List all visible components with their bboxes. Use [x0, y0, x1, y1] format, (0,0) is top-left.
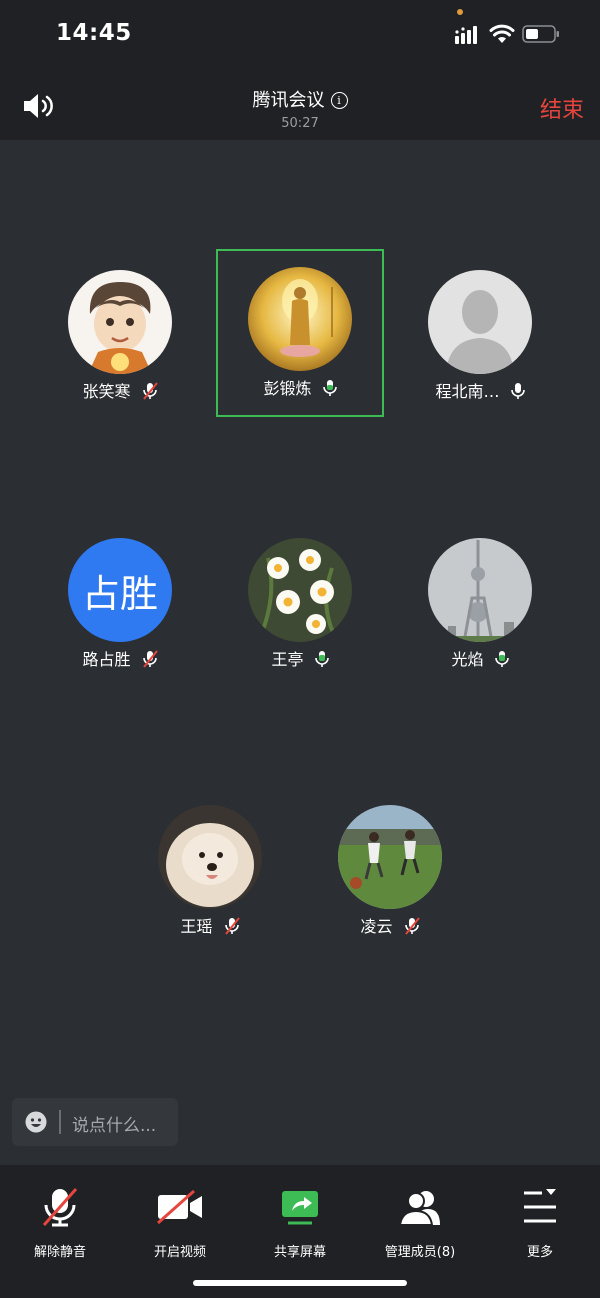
- avatar-initials: 占胜: [68, 538, 172, 642]
- participant-name: 张笑寒: [82, 382, 131, 401]
- participant-name-row: 路占胜: [36, 646, 204, 670]
- home-indicator[interactable]: [193, 1280, 407, 1286]
- cellular-signal-icon: [455, 26, 477, 44]
- more-menu-icon: [524, 1189, 556, 1223]
- avatar: [158, 805, 262, 909]
- avatar: [248, 538, 352, 642]
- participant-name: 光焰: [451, 650, 484, 669]
- avatar: [338, 805, 442, 909]
- unmute-button[interactable]: 解除静音: [0, 1187, 120, 1260]
- participant-tile[interactable]: 程北南…: [396, 252, 564, 420]
- wifi-icon: [489, 24, 515, 43]
- participant-tile-active[interactable]: 彭锻炼: [216, 249, 384, 417]
- participant-name: 路占胜: [82, 650, 131, 669]
- participant-tile[interactable]: 张笑寒: [36, 252, 204, 420]
- participant-tile[interactable]: 王瑶: [126, 787, 294, 955]
- meeting-header: 腾讯会议 i 50:27 结束: [0, 70, 600, 140]
- avatar: [428, 270, 532, 374]
- participant-name-row: 凌云: [306, 913, 474, 937]
- participant-name: 凌云: [360, 917, 393, 936]
- share-screen-label: 共享屏幕: [273, 1245, 326, 1260]
- chat-input[interactable]: 说点什么...: [12, 1098, 178, 1146]
- manage-members-label: 管理成员(8): [384, 1245, 456, 1260]
- avatar: [248, 267, 352, 371]
- start-video-label: 开启视频: [153, 1245, 206, 1260]
- participant-name-row: 张笑寒: [36, 378, 204, 402]
- meeting-title[interactable]: 腾讯会议 i: [0, 86, 600, 112]
- participant-name-row: 彭锻炼: [218, 375, 382, 399]
- avatar: [428, 538, 532, 642]
- avatar-initials-text: 占胜: [81, 571, 158, 616]
- mic-active-icon: [494, 651, 509, 667]
- chat-divider: [59, 1110, 61, 1134]
- participant-name: 彭锻炼: [263, 379, 312, 398]
- share-screen-button[interactable]: 共享屏幕: [240, 1187, 360, 1260]
- mic-on-icon: [510, 383, 525, 399]
- end-meeting-button[interactable]: 结束: [540, 92, 584, 124]
- mic-active-icon: [322, 380, 337, 396]
- participant-name-row: 王瑶: [126, 913, 294, 937]
- participant-name: 王亭: [271, 650, 304, 669]
- participant-name-row: 程北南…: [396, 378, 564, 402]
- status-time: 14:45: [56, 20, 132, 46]
- avatar: [68, 270, 172, 374]
- status-bar: 14:45: [0, 0, 600, 70]
- meeting-timer: 50:27: [281, 116, 319, 131]
- start-video-button[interactable]: 开启视频: [120, 1187, 240, 1260]
- participant-tile[interactable]: 凌云: [306, 787, 474, 955]
- participant-name: 王瑶: [180, 917, 213, 936]
- chat-placeholder: 说点什么...: [72, 1116, 157, 1136]
- share-screen-icon: [282, 1191, 318, 1225]
- participant-name-row: 光焰: [396, 646, 564, 670]
- video-off-icon: [157, 1189, 202, 1225]
- more-button[interactable]: 更多: [480, 1187, 600, 1260]
- unmute-label: 解除静音: [33, 1245, 86, 1260]
- participant-tile[interactable]: 占胜 路占胜: [36, 520, 204, 688]
- battery-icon: [522, 25, 559, 43]
- mic-in-use-indicator: [457, 9, 463, 15]
- emoji-icon[interactable]: [25, 1111, 47, 1133]
- bottom-toolbar: 解除静音 开启视频 共享屏幕 管理成员(8) 更多: [0, 1165, 600, 1298]
- manage-members-button[interactable]: 管理成员(8): [360, 1187, 480, 1260]
- info-icon[interactable]: i: [330, 92, 348, 109]
- mic-active-icon: [314, 651, 329, 667]
- mic-muted-icon: [142, 382, 158, 400]
- mic-muted-icon: [404, 917, 420, 935]
- meeting-title-text: 腾讯会议: [252, 90, 325, 111]
- more-label: 更多: [526, 1245, 553, 1260]
- members-icon: [398, 1191, 440, 1226]
- mic-muted-icon: [42, 1188, 78, 1227]
- participant-name-row: 王亭: [216, 646, 384, 670]
- mic-muted-icon: [224, 917, 240, 935]
- participant-tile[interactable]: 王亭: [216, 520, 384, 688]
- mic-muted-icon: [142, 650, 158, 668]
- participant-name: 程北南…: [435, 382, 500, 401]
- participant-tile[interactable]: 光焰: [396, 520, 564, 688]
